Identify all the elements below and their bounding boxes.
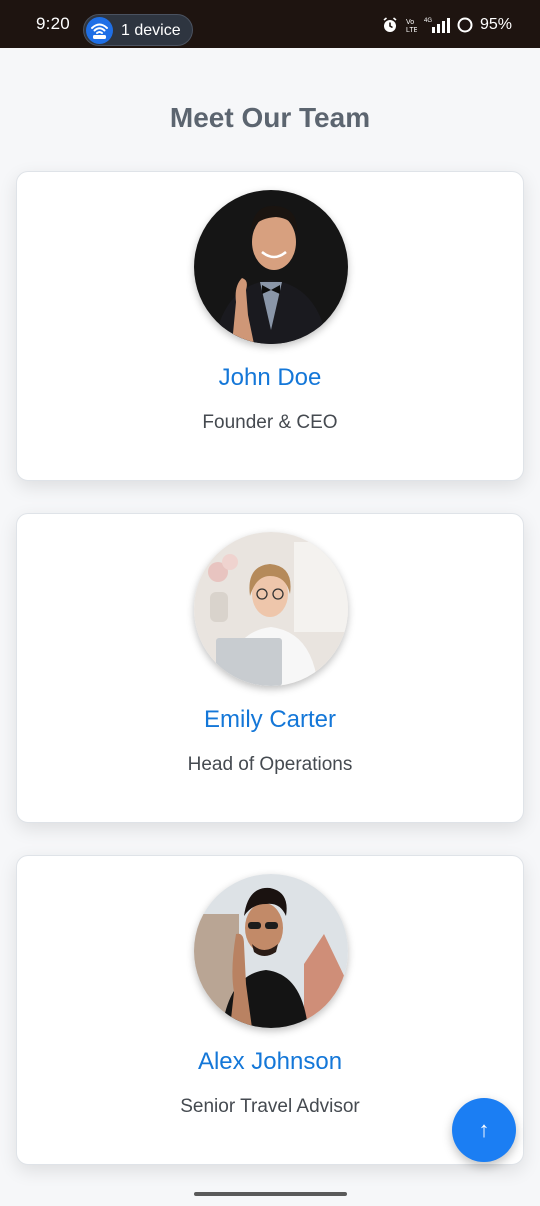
wifi-hotspot-icon xyxy=(86,17,113,44)
status-icons: Vo LTE 4G 95% xyxy=(382,15,512,35)
svg-text:4G: 4G xyxy=(424,18,432,24)
avatar xyxy=(194,190,348,344)
svg-text:LTE: LTE xyxy=(406,27,417,33)
member-role: Founder & CEO xyxy=(202,412,338,433)
status-bar: 9:20 1 device Vo LTE 4G 95% xyxy=(0,0,540,48)
home-indicator[interactable] xyxy=(194,1192,347,1196)
member-name: Alex Johnson xyxy=(197,1048,343,1075)
hotspot-label: 1 device xyxy=(121,22,181,39)
scroll-to-top-button[interactable]: ↑ xyxy=(452,1098,516,1162)
team-card: John Doe Founder & CEO xyxy=(16,171,524,481)
navigation-bar xyxy=(0,1186,540,1206)
svg-text:Vo: Vo xyxy=(406,19,414,26)
team-card: Alex Johnson Senior Travel Advisor xyxy=(16,855,524,1165)
page-title: Meet Our Team xyxy=(169,102,371,133)
member-role: Senior Travel Advisor xyxy=(180,1096,360,1117)
member-role: Head of Operations xyxy=(187,754,353,775)
member-name: Emily Carter xyxy=(203,706,336,733)
team-card: Emily Carter Head of Operations xyxy=(16,513,524,823)
arrow-up-icon: ↑ xyxy=(478,1117,490,1142)
battery-percentage: 95% xyxy=(479,16,512,33)
battery-ring-icon xyxy=(457,17,473,33)
avatar xyxy=(194,532,348,686)
avatar xyxy=(194,874,348,1028)
member-name: John Doe xyxy=(218,364,322,391)
status-time: 9:20 xyxy=(36,14,70,33)
volte-icon: Vo LTE xyxy=(405,17,417,33)
signal-icon: 4G xyxy=(424,16,450,34)
hotspot-chip[interactable]: 1 device xyxy=(83,14,193,46)
alarm-icon xyxy=(382,17,398,33)
